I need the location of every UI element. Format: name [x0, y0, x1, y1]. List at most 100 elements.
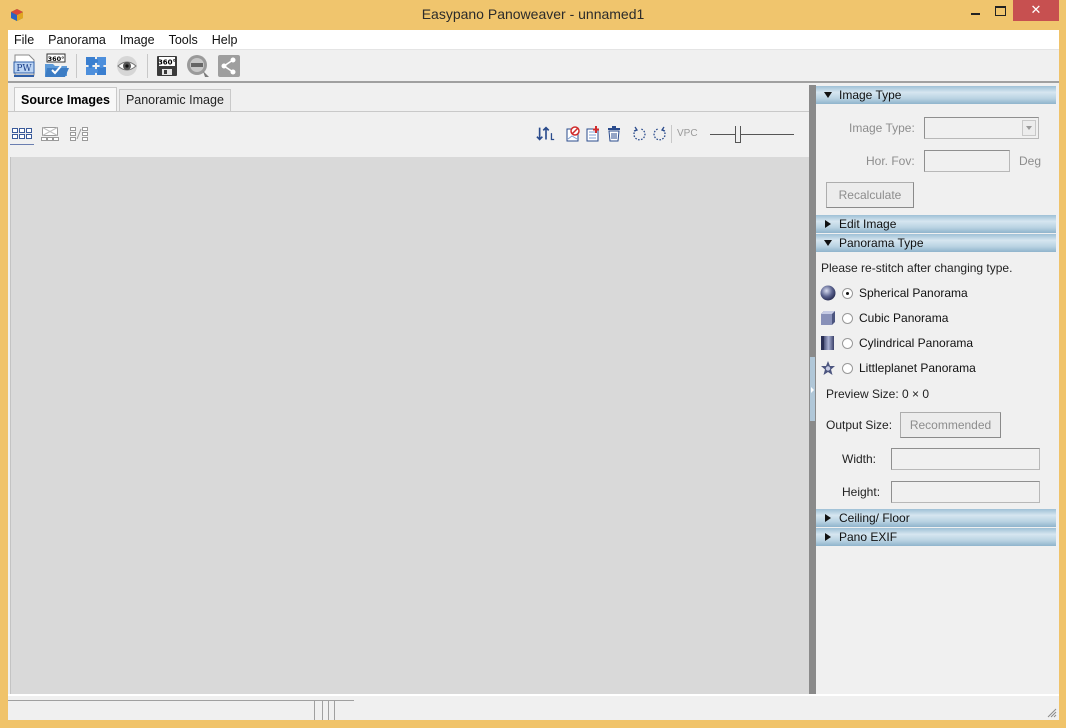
option-cubic[interactable]: Cubic Panorama — [820, 308, 948, 328]
collapse-arrow-icon — [824, 240, 832, 246]
recommended-button[interactable]: Recommended — [900, 412, 1001, 438]
open-project-button[interactable]: 360° — [41, 52, 70, 80]
share-button[interactable] — [214, 52, 243, 80]
option-label: Spherical Panorama — [859, 286, 968, 300]
section-title: Pano EXIF — [839, 530, 898, 544]
section-ceiling-floor-header[interactable]: Ceiling/ Floor — [816, 509, 1056, 527]
status-bar — [8, 694, 1059, 720]
section-title: Panorama Type — [839, 236, 924, 250]
option-cylindrical[interactable]: Cylindrical Panorama — [820, 333, 973, 353]
hor-fov-input[interactable] — [924, 150, 1010, 172]
grid-view-button[interactable] — [10, 123, 34, 145]
delete-button[interactable] — [604, 124, 624, 144]
remove-image-button[interactable] — [563, 124, 583, 144]
menu-panorama[interactable]: Panorama — [41, 30, 113, 50]
add-image-button[interactable] — [583, 124, 603, 144]
option-label: Cubic Panorama — [859, 311, 949, 325]
cube-icon — [821, 311, 835, 325]
radio-cubic[interactable] — [842, 312, 853, 324]
expand-arrow-icon — [825, 533, 831, 541]
section-title: Ceiling/ Floor — [839, 511, 910, 525]
resize-grip-icon[interactable] — [1045, 706, 1057, 718]
preview-eye-icon — [116, 56, 137, 76]
menu-bar: File Panorama Image Tools Help — [8, 30, 1059, 50]
option-label: Littleplanet Panorama — [859, 361, 976, 375]
tab-divider — [8, 111, 809, 112]
source-images-pane: Source Images Panoramic Image VPC — [8, 85, 809, 694]
section-edit-image-header[interactable]: Edit Image — [816, 215, 1056, 233]
toolbar-separator — [671, 125, 672, 143]
splitter-handle[interactable] — [810, 357, 815, 421]
tab-source-images[interactable]: Source Images — [14, 87, 117, 111]
rotate-left-button[interactable] — [629, 124, 649, 144]
expand-arrow-icon — [825, 514, 831, 522]
preview-size-text: Preview Size: 0 × 0 — [826, 387, 930, 401]
cylinder-icon — [821, 336, 834, 350]
section-image-type-header[interactable]: Image Type — [816, 86, 1056, 104]
preview-button[interactable] — [112, 52, 141, 80]
radio-spherical[interactable] — [842, 287, 853, 299]
title-bar: Easypano Panoweaver - unnamed1 ✕ — [0, 0, 1066, 30]
thumbnail-grid-icon — [12, 127, 32, 139]
save-360-icon: 360° — [156, 56, 177, 76]
option-spherical[interactable]: Spherical Panorama — [820, 283, 968, 303]
svg-text:PW: PW — [16, 64, 32, 74]
image-type-select[interactable] — [924, 117, 1039, 139]
publish-button[interactable] — [183, 52, 212, 80]
width-input[interactable] — [891, 448, 1040, 470]
deg-unit-label: Deg — [1019, 154, 1042, 168]
menu-help[interactable]: Help — [205, 30, 245, 50]
save-button[interactable]: 360° — [152, 52, 181, 80]
slider-thumb[interactable] — [735, 126, 741, 143]
thumbnail-size-slider[interactable] — [710, 123, 794, 147]
rotate-left-icon — [633, 126, 646, 141]
sort-button[interactable] — [536, 124, 556, 144]
maximize-button[interactable] — [985, 0, 1015, 21]
single-image-view-icon — [41, 127, 59, 141]
close-icon: ✕ — [1030, 3, 1042, 18]
height-label: Height: — [842, 485, 881, 499]
new-project-button[interactable]: PW — [10, 52, 39, 80]
vpc-label[interactable]: VPC — [677, 128, 698, 139]
menu-tools[interactable]: Tools — [162, 30, 205, 50]
image-canvas[interactable] — [10, 157, 809, 694]
menu-file[interactable]: File — [8, 30, 41, 50]
svg-text:360°: 360° — [157, 59, 175, 67]
radio-littleplanet[interactable] — [842, 362, 853, 374]
section-panorama-type-header[interactable]: Panorama Type — [816, 234, 1056, 252]
pair-match-view-icon — [70, 127, 88, 141]
status-progress-cell — [334, 700, 354, 720]
tab-panoramic-image[interactable]: Panoramic Image — [118, 89, 231, 111]
pair-view-button[interactable] — [67, 123, 91, 145]
maximize-icon — [994, 5, 1006, 16]
chevron-down-icon — [1022, 120, 1036, 136]
rotate-right-button[interactable] — [650, 124, 670, 144]
menu-image[interactable]: Image — [113, 30, 162, 50]
toolbar-separator — [76, 54, 77, 78]
properties-panel: Image Type Image Type: Hor. Fov: Deg Rec… — [816, 85, 1059, 694]
height-input[interactable] — [891, 481, 1040, 503]
stitch-button[interactable] — [81, 52, 110, 80]
svg-text:360°: 360° — [47, 55, 64, 63]
recalculate-button[interactable]: Recalculate — [826, 182, 914, 208]
new-project-pw-icon: PW — [13, 54, 34, 77]
section-pano-exif-header[interactable]: Pano EXIF — [816, 528, 1056, 546]
slider-track — [710, 134, 794, 135]
option-label: Cylindrical Panorama — [859, 336, 974, 350]
expand-arrow-icon — [825, 220, 831, 228]
sort-icon — [536, 126, 555, 141]
output-size-label: Output Size: — [826, 418, 893, 432]
radio-cylindrical[interactable] — [842, 337, 853, 349]
single-view-button[interactable] — [38, 123, 62, 145]
share-icon — [217, 55, 240, 77]
window-title: Easypano Panoweaver - unnamed1 — [421, 6, 645, 22]
sphere-icon — [820, 285, 836, 301]
close-button[interactable]: ✕ — [1013, 0, 1059, 21]
image-type-label: Image Type: — [849, 121, 915, 135]
pane-splitter[interactable] — [809, 85, 816, 694]
status-text-cell — [8, 700, 314, 720]
tab-bar: Source Images Panoramic Image — [14, 87, 233, 111]
toolbar-separator — [147, 54, 148, 78]
rotate-right-icon — [653, 126, 666, 141]
option-littleplanet[interactable]: Littleplanet Panorama — [820, 358, 976, 378]
